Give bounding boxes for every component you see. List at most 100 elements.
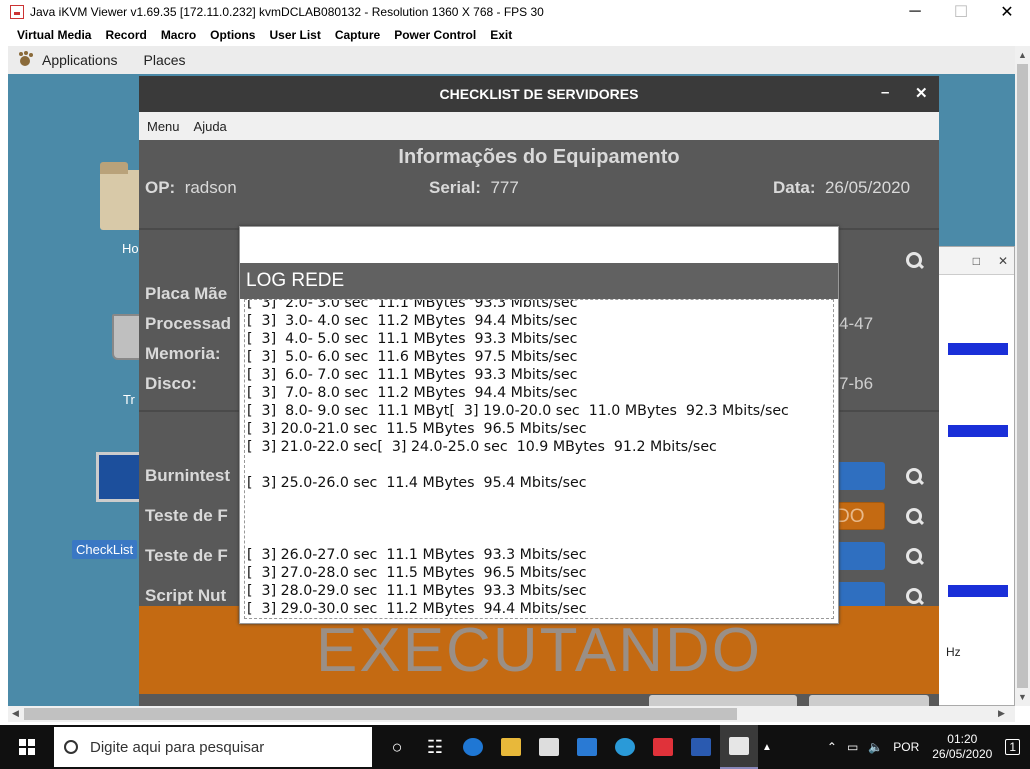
taskbar: Digite aqui para pesquisar ○ ☷ ▲ ⌃ ▭ 🔈 P… bbox=[0, 725, 1030, 769]
cortana-icon[interactable]: ○ bbox=[378, 725, 416, 769]
processador-value: 4-47 bbox=[839, 314, 874, 333]
search-icon[interactable] bbox=[904, 250, 926, 272]
menu-virtual-media[interactable]: Virtual Media bbox=[17, 28, 91, 42]
app-menubar: Menu Ajuda bbox=[139, 112, 939, 140]
disco-value: 7-b6 bbox=[839, 374, 874, 393]
file-explorer-icon[interactable] bbox=[492, 725, 530, 769]
background-window-titlebar: □ ✕ bbox=[926, 247, 1014, 275]
tray-expand-icon[interactable]: ⌃ bbox=[827, 740, 837, 754]
minimize-button[interactable]: ─ bbox=[892, 0, 938, 24]
checklist-title: CHECKLIST DE SERVIDORES bbox=[439, 86, 639, 102]
clock-time: 01:20 bbox=[947, 732, 978, 746]
windows-logo-icon bbox=[19, 739, 35, 755]
menu-record[interactable]: Record bbox=[105, 28, 146, 42]
store-icon[interactable] bbox=[530, 725, 568, 769]
usage-bar bbox=[948, 343, 1008, 355]
script-search-icon[interactable] bbox=[904, 586, 926, 608]
data-row: Data: 26/05/2020 bbox=[773, 178, 910, 198]
gnome-top-panel: Applications Places bbox=[8, 46, 1015, 74]
horizontal-scroll-thumb[interactable] bbox=[24, 708, 737, 720]
edge-icon[interactable] bbox=[454, 725, 492, 769]
task-view-icon[interactable]: ☷ bbox=[416, 725, 454, 769]
menubar: Virtual Media Record Macro Options User … bbox=[0, 24, 1030, 46]
log-dialog: LOG REDE [ 3] 2.0- 3.0 sec 11.1 MBytes 9… bbox=[239, 226, 839, 624]
data-label: Data: bbox=[773, 178, 816, 197]
powershell-icon[interactable] bbox=[682, 725, 720, 769]
close-button[interactable]: ✕ bbox=[984, 0, 1030, 24]
processador-label: Processad bbox=[145, 314, 231, 333]
burnin-label: Burnintest bbox=[145, 466, 230, 485]
bottom-button-left[interactable] bbox=[649, 695, 797, 706]
info-title: Informações do Equipamento bbox=[398, 146, 680, 168]
menu-exit[interactable]: Exit bbox=[490, 28, 512, 42]
applications-menu[interactable]: Applications bbox=[42, 52, 118, 68]
gnome-foot-icon bbox=[18, 52, 34, 68]
menu-options[interactable]: Options bbox=[210, 28, 255, 42]
scroll-left-icon[interactable]: ◀ bbox=[12, 708, 19, 719]
log-text: [ 3] 2.0- 3.0 sec 11.1 MBytes 93.3 Mbits… bbox=[247, 299, 789, 617]
scroll-up-icon[interactable]: ▲ bbox=[1018, 50, 1027, 60]
teste1-search-icon[interactable] bbox=[904, 506, 926, 528]
home-folder-icon[interactable] bbox=[100, 162, 142, 230]
network-icon[interactable]: ▭ bbox=[847, 740, 858, 754]
scroll-down-icon[interactable]: ▼ bbox=[1018, 692, 1027, 702]
menu-capture[interactable]: Capture bbox=[335, 28, 380, 42]
menu-user-list[interactable]: User List bbox=[269, 28, 320, 42]
taskbar-scroll-icon[interactable]: ▲ bbox=[758, 725, 776, 769]
bg-close-icon[interactable]: ✕ bbox=[998, 254, 1008, 268]
menu-macro[interactable]: Macro bbox=[161, 28, 196, 42]
trash-label[interactable]: Tr bbox=[123, 392, 135, 407]
placa-label: Placa Mãe bbox=[145, 284, 228, 303]
log-dialog-header: LOG REDE bbox=[240, 263, 838, 299]
script-label: Script Nut bbox=[145, 586, 227, 605]
op-label: OP: bbox=[145, 178, 176, 197]
serial-row: Serial: 777 bbox=[429, 178, 519, 198]
window-titlebar: Java iKVM Viewer v1.69.35 [172.11.0.232]… bbox=[0, 0, 1030, 24]
vertical-scroll-thumb[interactable] bbox=[1017, 64, 1028, 688]
log-dialog-top bbox=[240, 227, 838, 263]
checklist-label[interactable]: CheckList bbox=[72, 540, 138, 559]
java-taskbar-icon[interactable] bbox=[720, 725, 758, 769]
teste2-label: Teste de F bbox=[145, 546, 228, 565]
places-menu[interactable]: Places bbox=[144, 52, 186, 68]
clock[interactable]: 01:20 26/05/2020 bbox=[932, 732, 992, 762]
app-menu-ajuda[interactable]: Ajuda bbox=[194, 119, 227, 134]
teste2-search-icon[interactable] bbox=[904, 546, 926, 568]
bg-maximize-icon[interactable]: □ bbox=[973, 254, 980, 268]
mail-icon[interactable] bbox=[568, 725, 606, 769]
horizontal-scrollbar[interactable]: ◀ ▶ bbox=[8, 706, 1015, 722]
log-textarea[interactable]: [ 3] 2.0- 3.0 sec 11.1 MBytes 93.3 Mbits… bbox=[244, 299, 834, 619]
volume-icon[interactable]: 🔈 bbox=[868, 740, 883, 754]
burnin-search-icon[interactable] bbox=[904, 466, 926, 488]
app-minimize-button[interactable]: – bbox=[881, 84, 889, 101]
checklist-titlebar: CHECKLIST DE SERVIDORES – ✕ bbox=[139, 76, 939, 112]
vertical-scrollbar[interactable]: ▲ ▼ bbox=[1015, 46, 1030, 706]
anydesk-icon[interactable] bbox=[644, 725, 682, 769]
app-menu-menu[interactable]: Menu bbox=[147, 119, 180, 134]
ie-icon[interactable] bbox=[606, 725, 644, 769]
java-icon bbox=[10, 5, 24, 19]
data-value: 26/05/2020 bbox=[824, 178, 911, 197]
search-placeholder: Digite aqui para pesquisar bbox=[90, 738, 265, 756]
op-value: radson bbox=[184, 178, 237, 197]
bottom-button-right[interactable] bbox=[809, 695, 929, 706]
scroll-right-icon[interactable]: ▶ bbox=[998, 708, 1005, 719]
op-row: OP: radson bbox=[145, 178, 237, 198]
serial-value: 777 bbox=[490, 178, 519, 197]
search-icon bbox=[64, 740, 78, 754]
teste1-label: Teste de F bbox=[145, 506, 228, 525]
usage-bar bbox=[948, 585, 1008, 597]
serial-label: Serial: bbox=[429, 178, 481, 197]
language-indicator[interactable]: POR bbox=[893, 740, 919, 754]
ghz-label: Hz bbox=[946, 645, 961, 659]
start-button[interactable] bbox=[0, 725, 54, 769]
maximize-button[interactable]: ☐ bbox=[938, 0, 984, 24]
menu-power-control[interactable]: Power Control bbox=[394, 28, 476, 42]
home-label[interactable]: Ho bbox=[122, 241, 139, 256]
notification-icon[interactable]: 1 bbox=[1005, 739, 1020, 755]
window-title: Java iKVM Viewer v1.69.35 [172.11.0.232]… bbox=[30, 5, 544, 19]
memoria-label: Memoria: bbox=[145, 344, 221, 363]
app-close-button[interactable]: ✕ bbox=[915, 84, 928, 102]
taskbar-search[interactable]: Digite aqui para pesquisar bbox=[54, 727, 372, 767]
disco-label: Disco: bbox=[145, 374, 197, 393]
